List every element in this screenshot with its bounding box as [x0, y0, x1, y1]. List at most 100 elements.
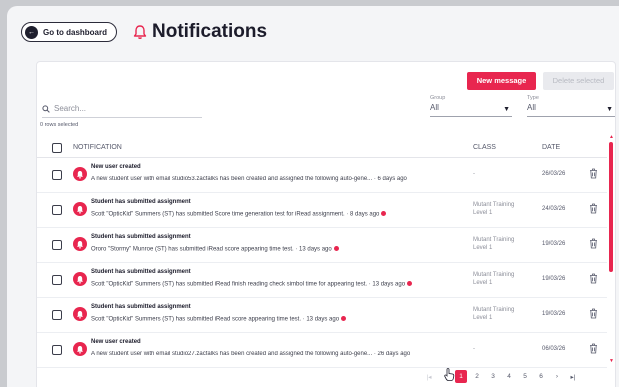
notification-text: A new student user with email studio27.z… — [91, 351, 373, 357]
type-select-value: All — [527, 103, 536, 112]
table-scrollbar[interactable]: ▲ ▼ — [609, 134, 614, 366]
notification-text: A new student user with email studio53.z… — [91, 176, 373, 182]
scroll-down-arrow[interactable]: ▼ — [609, 358, 614, 364]
notification-age: · 13 days ago — [301, 316, 340, 323]
table-row[interactable]: New user created A new student user with … — [37, 333, 607, 368]
notification-date: 24/03/26 — [542, 206, 566, 212]
arrow-left-icon: ← — [25, 25, 38, 39]
trash-icon[interactable] — [589, 203, 598, 214]
page-button-3[interactable]: 3 — [487, 373, 499, 380]
unread-indicator — [381, 211, 387, 216]
notification-title: New user created — [91, 164, 141, 170]
notification-description: Scott "OpticKid" Summers (ST) has submit… — [91, 281, 449, 288]
notification-title: Student has submitted assignment — [91, 234, 191, 240]
bell-icon — [133, 25, 147, 40]
column-header-date[interactable]: DATE — [542, 144, 560, 151]
scroll-up-arrow[interactable]: ▲ — [609, 134, 614, 140]
trash-icon[interactable] — [589, 273, 598, 284]
table-row[interactable]: Student has submitted assignment Scott "O… — [37, 263, 607, 298]
notification-age: · 8 days ago — [344, 211, 380, 218]
chevron-down-icon: ▼ — [606, 106, 613, 113]
hand-cursor-icon — [444, 368, 455, 381]
notification-age: · 6 days ago — [372, 176, 407, 182]
next-page-button[interactable]: › — [551, 373, 563, 380]
notification-text: Ororo "Stormy" Munroe (ST) has submitted… — [91, 246, 294, 253]
page-button-1[interactable]: 1 — [455, 370, 467, 383]
unread-indicator — [333, 246, 339, 251]
last-page-button[interactable]: ▸| — [567, 373, 579, 381]
type-select[interactable]: Type All ▼ — [527, 95, 615, 117]
table-row[interactable]: Student has submitted assignment Scott "O… — [37, 298, 607, 333]
go-to-dashboard-button[interactable]: ← Go to dashboard — [21, 22, 117, 42]
notification-text: Scott "OpticKid" Summers (ST) has submit… — [91, 281, 368, 288]
scrollbar-thumb[interactable] — [609, 142, 613, 272]
column-header-class[interactable]: CLASS — [473, 144, 496, 151]
notification-age: · 13 days ago — [367, 281, 406, 288]
table-header: NOTIFICATION CLASS DATE — [37, 138, 607, 158]
notification-avatar-icon — [73, 307, 87, 321]
notification-text: Scott "OpticKid" Summers (ST) has submit… — [91, 316, 302, 323]
row-checkbox[interactable] — [52, 170, 62, 180]
row-checkbox[interactable] — [52, 240, 62, 250]
app-window: ← Go to dashboard Notifications New mess… — [7, 6, 619, 387]
class-name: - — [473, 346, 475, 352]
notifications-card: New message Delete selected Search... Gr… — [36, 61, 616, 387]
class-name: Mutant Training Level 1 — [473, 272, 515, 286]
notification-avatar-icon — [73, 237, 87, 251]
row-checkbox[interactable] — [52, 275, 62, 285]
notification-text: Scott "OpticKid" Summers (ST) has submit… — [91, 211, 345, 218]
new-message-button[interactable]: New message — [467, 72, 536, 90]
group-select-value: All — [430, 103, 439, 112]
unread-indicator — [407, 281, 413, 286]
notification-description: Scott "OpticKid" Summers (ST) has submit… — [91, 316, 449, 323]
notification-date: 19/03/26 — [542, 276, 566, 282]
page-button-5[interactable]: 5 — [519, 373, 531, 380]
notification-description: A new student user with email studio27.z… — [91, 351, 449, 357]
row-checkbox[interactable] — [52, 345, 62, 355]
search-input[interactable]: Search... — [42, 100, 202, 118]
notification-avatar-icon — [73, 202, 87, 216]
page-title: Notifications — [152, 21, 268, 42]
notification-date: 06/03/26 — [542, 346, 566, 352]
trash-icon[interactable] — [589, 238, 598, 249]
notification-description: Ororo "Stormy" Munroe (ST) has submitted… — [91, 246, 449, 253]
row-checkbox[interactable] — [52, 310, 62, 320]
table-row[interactable]: Student has submitted assignment Ororo "S… — [37, 228, 607, 263]
notification-description: A new student user with email studio53.z… — [91, 176, 449, 182]
class-name: Mutant Training Level 1 — [473, 307, 515, 321]
notification-description: Scott "OpticKid" Summers (ST) has submit… — [91, 211, 449, 218]
trash-icon[interactable] — [589, 343, 598, 354]
group-select[interactable]: Group All ▼ — [430, 95, 512, 117]
notification-date: 26/03/26 — [542, 171, 566, 177]
page-button-6[interactable]: 6 — [535, 373, 547, 380]
row-checkbox[interactable] — [52, 205, 62, 215]
chevron-down-icon: ▼ — [503, 106, 510, 113]
trash-icon[interactable] — [589, 308, 598, 319]
class-name: Mutant Training Level 1 — [473, 202, 515, 216]
class-name: Mutant Training Level 1 — [473, 237, 515, 251]
page-button-4[interactable]: 4 — [503, 373, 515, 380]
notification-avatar-icon — [73, 272, 87, 286]
group-select-label: Group — [430, 95, 446, 101]
class-name: - — [473, 171, 475, 177]
type-select-label: Type — [527, 95, 539, 101]
first-page-button[interactable]: |◂ — [423, 373, 435, 381]
select-all-checkbox[interactable] — [52, 143, 62, 153]
notification-age: · 13 days ago — [293, 246, 332, 253]
rows-selected-count: 0 rows selected — [40, 122, 79, 128]
notification-title: Student has submitted assignment — [91, 199, 191, 205]
table-row[interactable]: Student has submitted assignment Scott "O… — [37, 193, 607, 228]
notification-avatar-icon — [73, 167, 87, 181]
unread-indicator — [341, 316, 347, 321]
table-row[interactable]: New user created A new student user with … — [37, 158, 607, 193]
delete-selected-button[interactable]: Delete selected — [543, 72, 614, 90]
notification-date: 19/03/26 — [542, 311, 566, 317]
notification-avatar-icon — [73, 342, 87, 356]
notification-title: Student has submitted assignment — [91, 304, 191, 310]
notification-title: Student has submitted assignment — [91, 269, 191, 275]
trash-icon[interactable] — [589, 168, 598, 179]
notification-date: 19/03/26 — [542, 241, 566, 247]
page-button-2[interactable]: 2 — [471, 373, 483, 380]
top-bar: ← Go to dashboard Notifications — [21, 21, 267, 43]
column-header-notification[interactable]: NOTIFICATION — [73, 144, 122, 151]
